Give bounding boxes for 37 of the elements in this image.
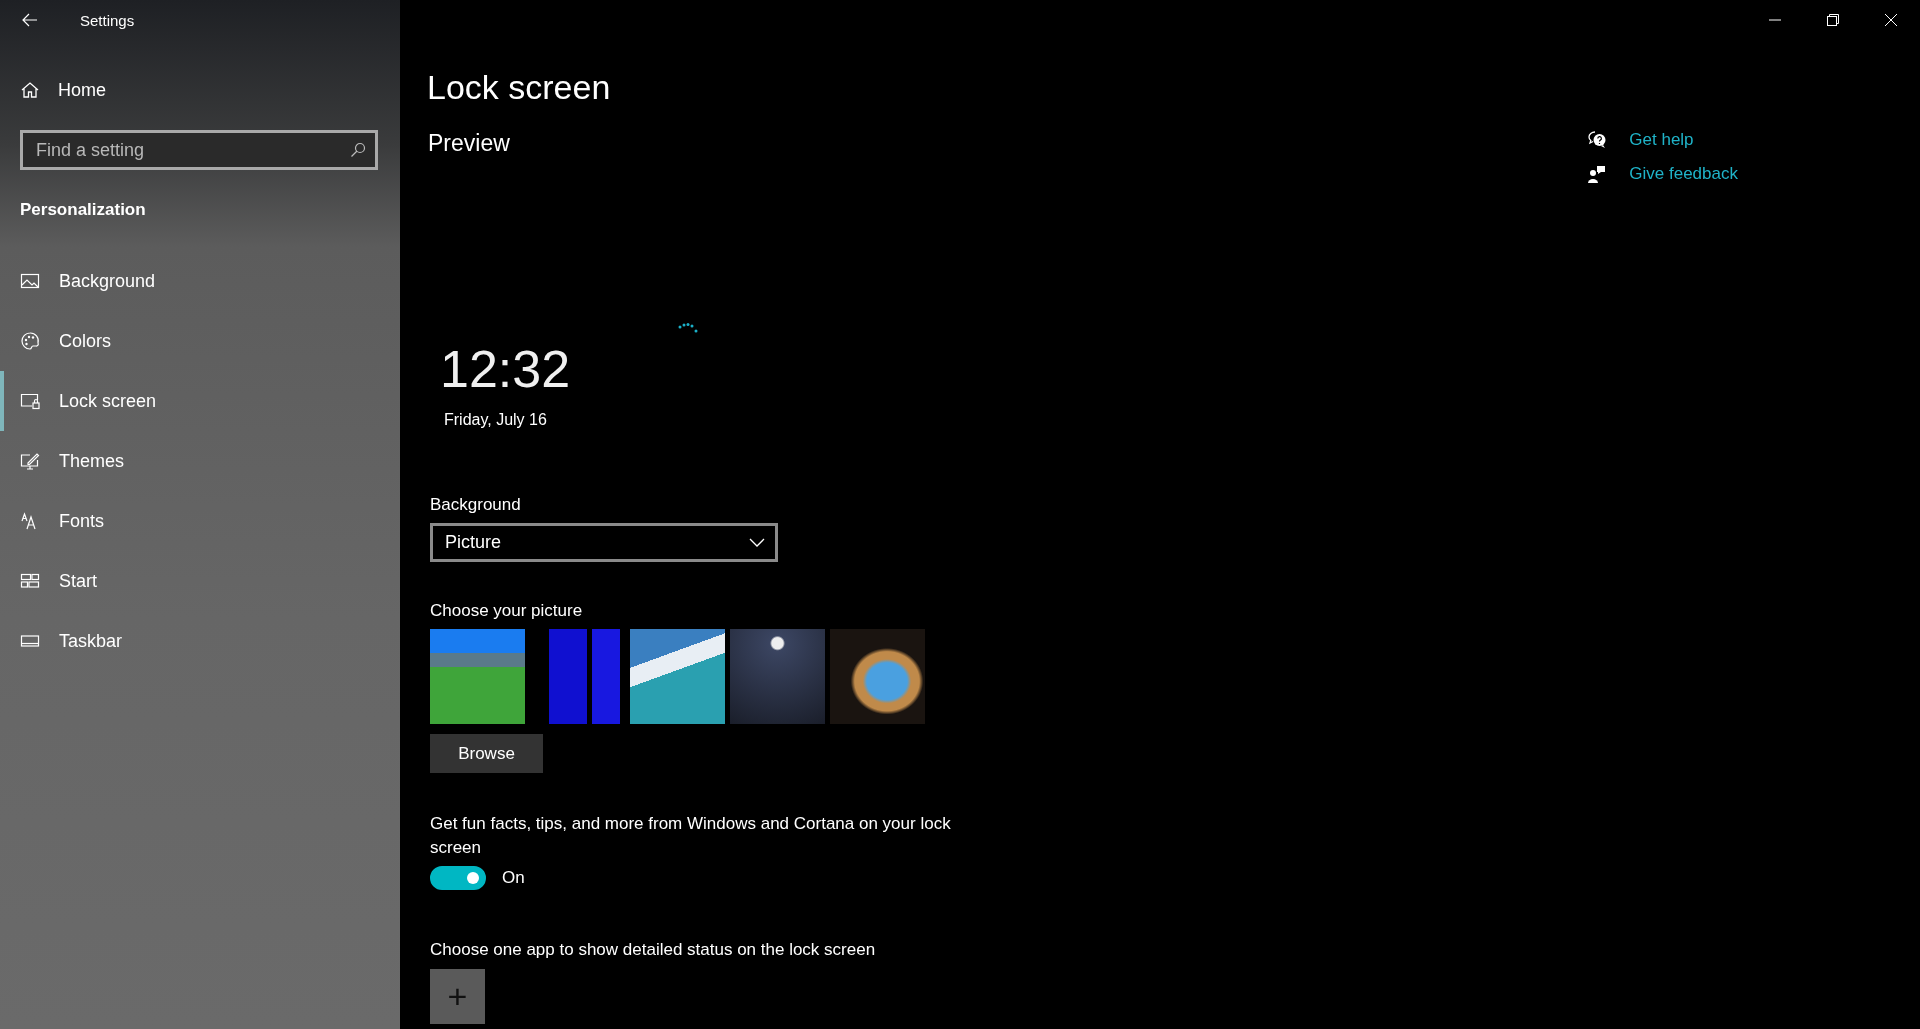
nav-item[interactable]: Themes [0, 431, 400, 491]
home-nav-item[interactable]: Home [20, 75, 106, 105]
nav-item[interactable]: Fonts [0, 491, 400, 551]
setting-description: Get fun facts, tips, and more from Windows and Cortana on your lock screen [430, 813, 952, 859]
picture-icon [20, 271, 40, 291]
page-title: Lock screen [427, 68, 611, 107]
nav-item[interactable]: Start [0, 551, 400, 611]
field-label: Choose one app to show detailed status on the lock screen [430, 940, 876, 960]
get-help-link[interactable]: Get help [1587, 130, 1694, 150]
nav-item[interactable]: Taskbar [0, 611, 400, 671]
nav-item[interactable]: Colors [0, 311, 400, 371]
search-field[interactable]: Find a setting [20, 130, 378, 170]
monitor-lock-icon [20, 391, 40, 411]
field-label: Background [430, 495, 521, 515]
home-icon [20, 80, 40, 100]
clock-time: 12:32 [440, 339, 571, 399]
browse-button[interactable]: Browse [430, 734, 543, 773]
back-arrow-icon[interactable] [22, 12, 38, 28]
background-dropdown[interactable]: Picture [430, 523, 778, 562]
chevron-down-icon [749, 537, 765, 548]
person-speech-icon [1587, 164, 1608, 184]
monitor-pen-icon [20, 451, 40, 471]
section-heading: Preview [428, 130, 510, 157]
photo-placeholder[interactable] [630, 629, 725, 724]
palette-icon [20, 331, 40, 351]
section-heading: Personalization [20, 200, 147, 220]
toggle-state: On [502, 868, 525, 888]
window-title: Settings [80, 11, 135, 29]
toggle-switch[interactable] [430, 866, 486, 890]
tiles-icon [20, 571, 40, 591]
chat-bubbles-icon [1587, 130, 1608, 150]
photo-placeholder[interactable] [830, 629, 925, 724]
field-label: Choose your picture [430, 601, 583, 621]
nav-item[interactable]: Background [0, 251, 400, 311]
search-icon [350, 142, 366, 158]
feedback-link[interactable]: Give feedback [1587, 164, 1738, 184]
clock-date: Friday, July 16 [444, 411, 547, 429]
